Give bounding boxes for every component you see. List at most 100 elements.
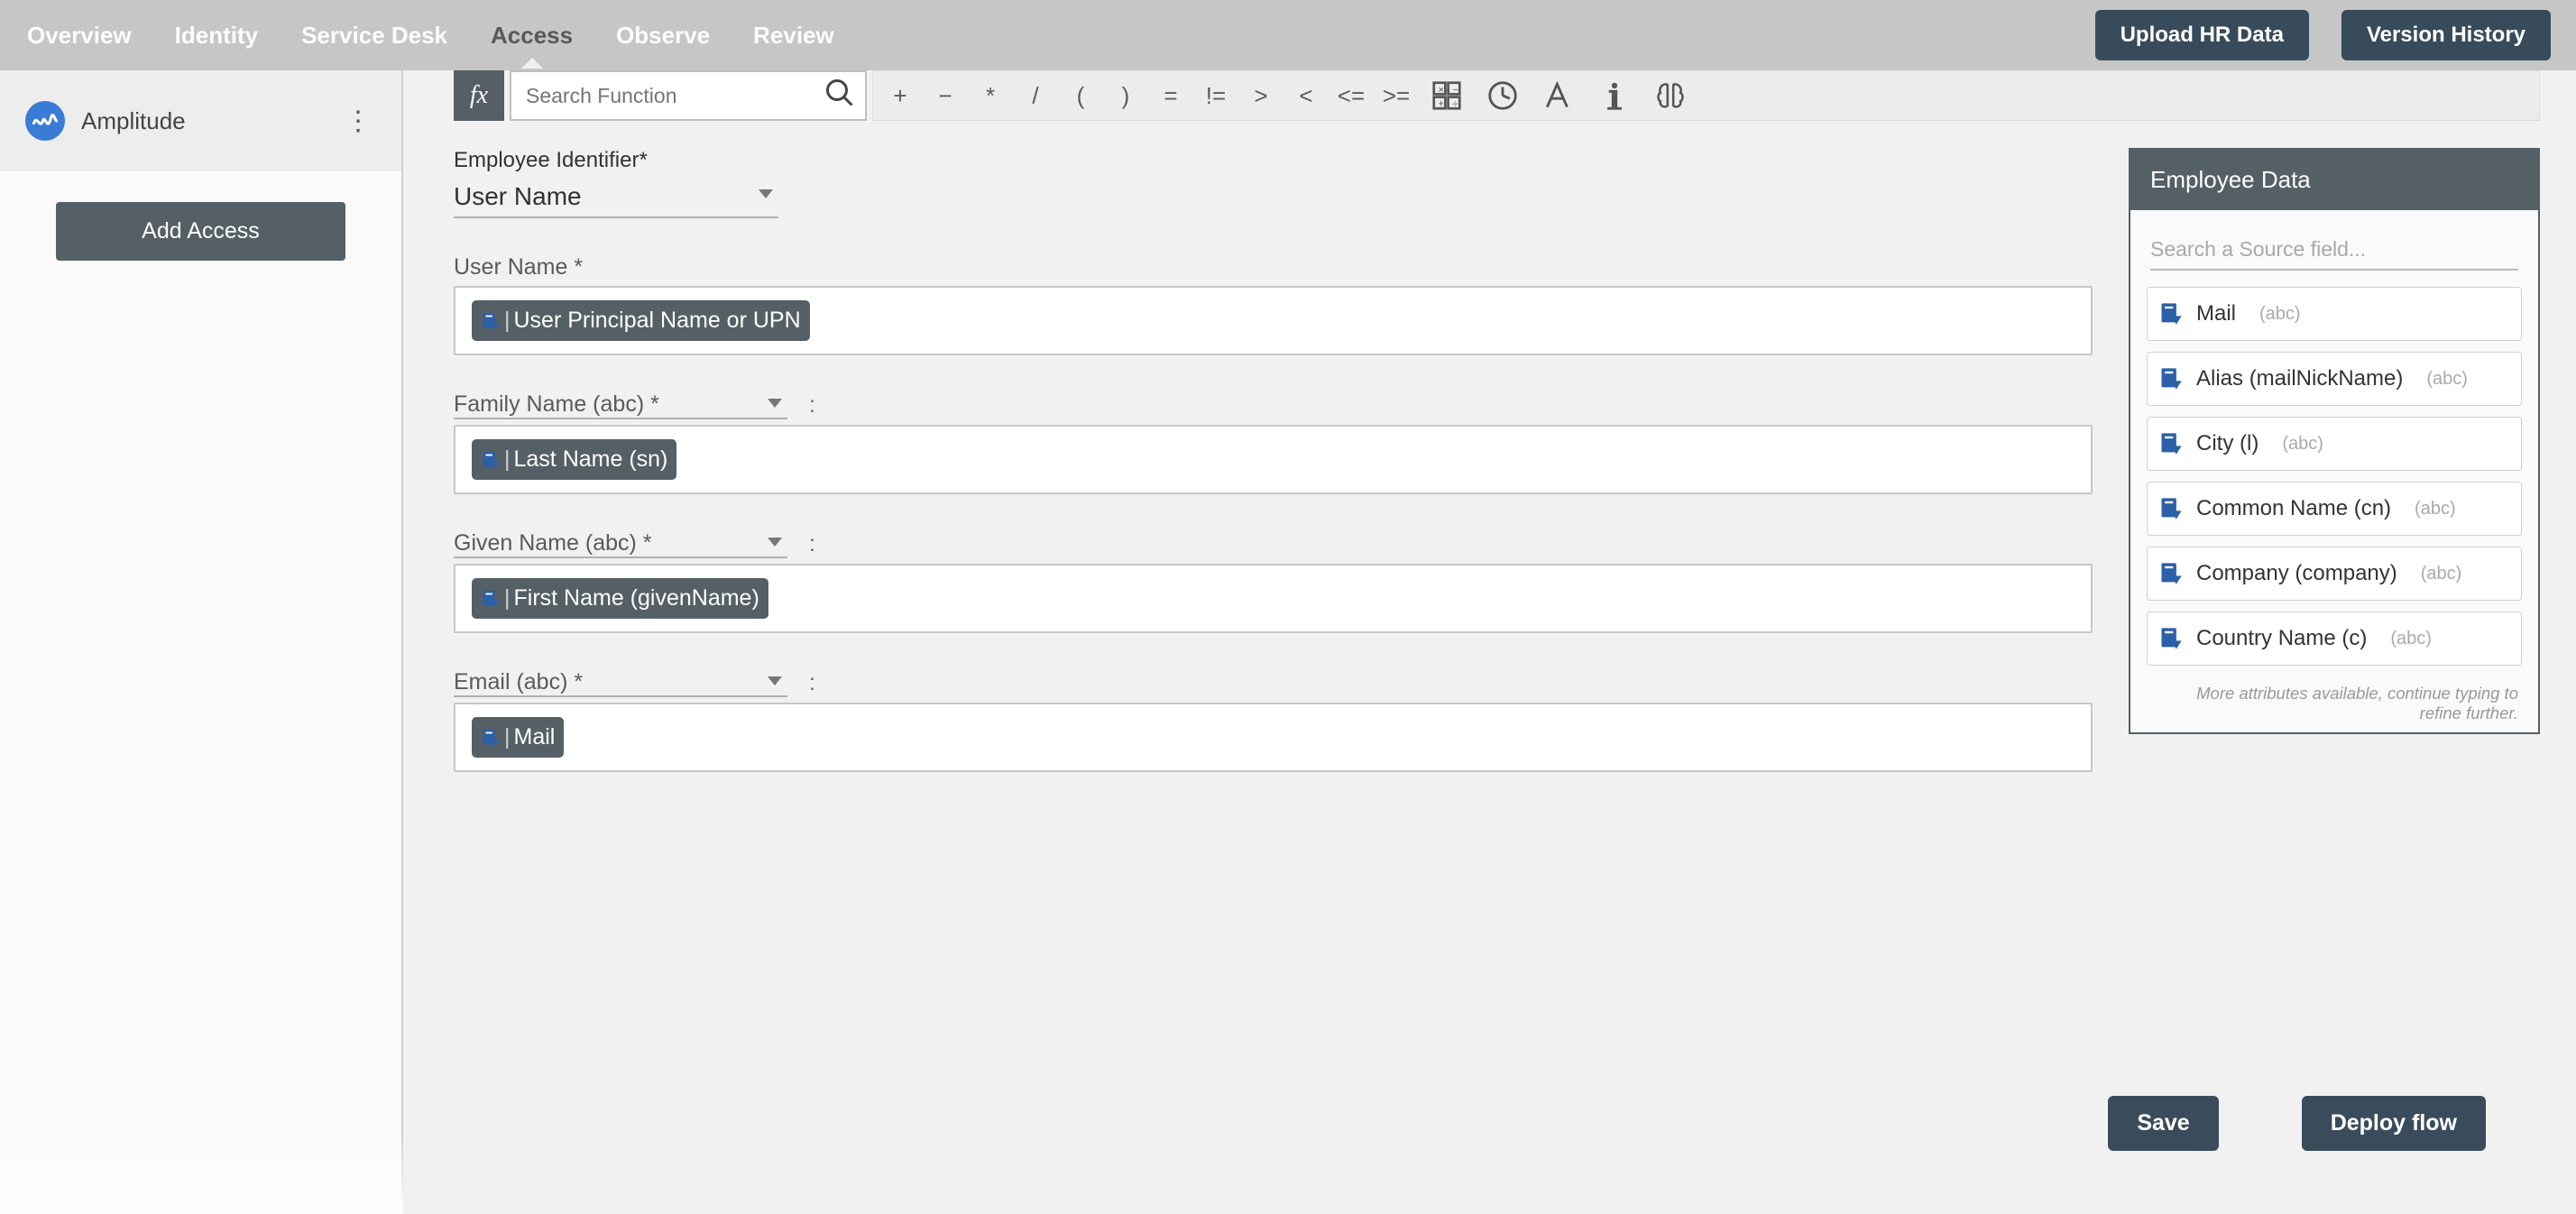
book-icon (2158, 625, 2184, 652)
field-chip[interactable]: |Last Name (sn) (472, 439, 676, 480)
upload-hr-data-button[interactable]: Upload HR Data (2095, 10, 2309, 60)
book-icon (2158, 365, 2184, 392)
field-group: User Name * |User Principal Name or UPN (454, 254, 2093, 355)
version-history-button[interactable]: Version History (2341, 10, 2551, 60)
book-icon (481, 728, 501, 748)
grid-icon[interactable]: +−×÷ (1423, 72, 1470, 119)
source-field-type: (abc) (2421, 564, 2462, 584)
function-search-input[interactable] (526, 84, 823, 108)
op-button[interactable]: = (1153, 82, 1189, 110)
employee-identifier-group: Employee Identifier* User Name (454, 148, 2093, 218)
op-button[interactable]: * (972, 82, 1008, 110)
clock-icon[interactable] (1479, 72, 1526, 119)
label-colon: : (809, 392, 815, 418)
chip-text: First Name (givenName) (514, 585, 759, 612)
main-area: fx +−*/()=!=><<=>=+−×÷ Employee Identifi… (403, 70, 2576, 1214)
field-label-row: Email (abc) *: (454, 669, 2093, 697)
op-button[interactable]: >= (1378, 82, 1414, 110)
book-icon (2158, 300, 2184, 327)
source-field-item[interactable]: Mail(abc) (2147, 287, 2522, 341)
source-field-item[interactable]: Common Name (cn)(abc) (2147, 482, 2522, 536)
chip-text: Mail (514, 724, 556, 750)
svg-text:÷: ÷ (1452, 99, 1458, 110)
mapping-input[interactable]: |First Name (givenName) (454, 564, 2093, 633)
field-label-row: Given Name (abc) *: (454, 530, 2093, 558)
field-chip[interactable]: |First Name (givenName) (472, 578, 768, 619)
employee-data-panel: Employee Data Mail(abc)Alias (mailNickNa… (2129, 148, 2540, 734)
op-button[interactable]: != (1198, 82, 1234, 110)
nav-tabs: Overview Identity Service Desk Access Observ… (25, 4, 836, 68)
brain-icon[interactable] (1647, 72, 1694, 119)
field-label-row: User Name * (454, 254, 2093, 281)
more-attributes-hint: More attributes available, continue typi… (2130, 682, 2538, 732)
book-icon (2158, 430, 2184, 457)
top-nav: Overview Identity Service Desk Access Observ… (0, 0, 2576, 70)
source-field-type: (abc) (2415, 499, 2456, 520)
source-field-type: (abc) (2390, 629, 2432, 649)
formula-bar: fx +−*/()=!=><<=>=+−×÷ (454, 70, 2540, 121)
mapping-form: Employee Identifier* User Name User Name… (454, 148, 2093, 1072)
text-icon[interactable] (1535, 72, 1582, 119)
mapping-input[interactable]: |Mail (454, 703, 2093, 772)
employee-identifier-select[interactable]: User Name (454, 177, 778, 218)
employee-identifier-label: Employee Identifier* (454, 148, 2093, 173)
source-field-type: (abc) (2259, 304, 2301, 325)
source-field-item[interactable]: Country Name (c) (abc) (2147, 612, 2522, 666)
chip-divider: | (504, 724, 511, 750)
book-icon (481, 589, 501, 609)
deploy-flow-button[interactable]: Deploy flow (2302, 1096, 2486, 1151)
field-label-select[interactable]: Family Name (abc) * (454, 391, 787, 419)
operator-toolbar: +−*/()=!=><<=>=+−×÷ (872, 70, 2540, 121)
svg-text:+: + (1439, 99, 1444, 110)
kebab-menu-icon[interactable]: ⋮ (340, 103, 376, 139)
field-label-select[interactable]: Email (abc) * (454, 669, 787, 697)
op-button[interactable]: < (1288, 82, 1324, 110)
op-button[interactable]: + (882, 82, 918, 110)
tab-service-desk[interactable]: Service Desk (299, 4, 449, 68)
op-button[interactable]: ) (1108, 82, 1144, 110)
chip-divider: | (504, 308, 511, 334)
op-button[interactable]: ( (1063, 82, 1099, 110)
field-group: Given Name (abc) *: |First Name (givenNam… (454, 530, 2093, 633)
chip-divider: | (504, 585, 511, 612)
mapping-input[interactable]: |User Principal Name or UPN (454, 286, 2093, 355)
fx-indicator: fx (454, 70, 504, 121)
amplitude-logo (25, 101, 65, 141)
source-field-name: Country Name (c) (2196, 626, 2367, 651)
tab-review[interactable]: Review (751, 4, 836, 68)
tab-identity[interactable]: Identity (173, 4, 260, 68)
op-button[interactable]: − (927, 82, 963, 110)
search-icon[interactable] (823, 77, 856, 115)
source-field-item[interactable]: Company (company)(abc) (2147, 547, 2522, 601)
field-label-select[interactable]: Given Name (abc) * (454, 530, 787, 558)
chip-divider: | (504, 446, 511, 473)
save-button[interactable]: Save (2108, 1096, 2218, 1151)
function-search[interactable] (510, 70, 867, 121)
tab-observe[interactable]: Observe (614, 4, 712, 68)
source-field-search-input[interactable] (2150, 230, 2518, 271)
source-field-type: (abc) (2282, 434, 2323, 455)
add-access-button[interactable]: Add Access (56, 202, 345, 261)
source-field-item[interactable]: Alias (mailNickName)(abc) (2147, 352, 2522, 406)
op-button[interactable]: / (1017, 82, 1053, 110)
tab-overview[interactable]: Overview (25, 4, 133, 68)
field-label-row: Family Name (abc) *: (454, 391, 2093, 419)
op-button[interactable]: <= (1333, 82, 1369, 110)
app-row[interactable]: Amplitude ⋮ (0, 70, 401, 171)
source-field-item[interactable]: City (l) (abc) (2147, 417, 2522, 471)
tab-access[interactable]: Access (489, 4, 575, 68)
info-icon[interactable] (1591, 72, 1638, 119)
field-chip[interactable]: |Mail (472, 717, 564, 758)
fx-label: fx (470, 81, 488, 110)
book-icon (481, 450, 501, 470)
op-button[interactable]: > (1243, 82, 1279, 110)
field-group: Family Name (abc) *: |Last Name (sn) (454, 391, 2093, 494)
employee-identifier-value: User Name (454, 177, 582, 216)
label-colon: : (809, 531, 815, 557)
mapping-input[interactable]: |Last Name (sn) (454, 425, 2093, 494)
field-chip[interactable]: |User Principal Name or UPN (472, 300, 810, 341)
source-field-list: Mail(abc) Alias (mailNickName)(abc) City (… (2130, 278, 2538, 682)
source-field-name: City (l) (2196, 431, 2259, 456)
app-name: Amplitude (81, 107, 324, 135)
book-icon (2158, 560, 2184, 587)
